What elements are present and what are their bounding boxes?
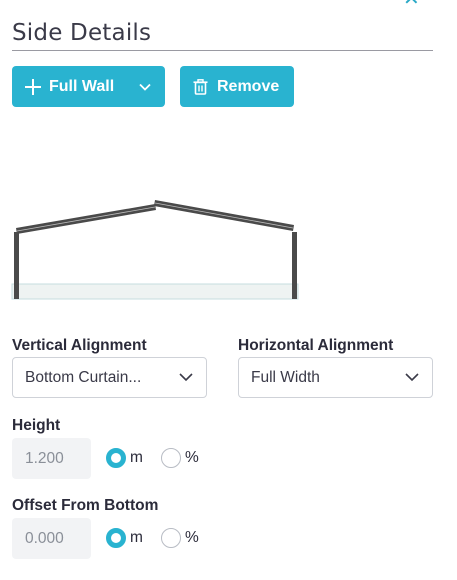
full-wall-label: Full Wall [49, 77, 115, 95]
height-unit-percent-radio[interactable] [161, 448, 181, 468]
vertical-alignment-label: Vertical Alignment [12, 337, 147, 354]
right-column [292, 232, 297, 299]
left-column [14, 232, 19, 299]
curtain-area [11, 283, 299, 300]
full-wall-button[interactable]: Full Wall [12, 66, 165, 107]
trash-icon [193, 78, 208, 95]
height-unit-m-label: m [130, 449, 143, 466]
offset-unit-m-radio[interactable] [106, 528, 126, 548]
close-icon[interactable]: ✕ [403, 0, 421, 9]
wall-side-diagram [11, 200, 299, 300]
horizontal-alignment-select[interactable]: Full Width [238, 357, 433, 398]
right-rafter [154, 200, 294, 231]
vertical-alignment-value: Bottom Curtain... [25, 368, 142, 386]
offset-unit-m-label: m [130, 529, 143, 546]
left-rafter [16, 204, 156, 234]
remove-label: Remove [217, 77, 280, 95]
offset-from-bottom-label: Offset From Bottom [12, 497, 159, 514]
height-unit-percent-label: % [185, 449, 199, 466]
chevron-down-icon [179, 373, 193, 382]
chevron-down-icon[interactable] [139, 81, 151, 93]
panel-title: Side Details [12, 20, 152, 46]
horizontal-alignment-label: Horizontal Alignment [238, 337, 394, 354]
offset-unit-percent-label: % [185, 529, 199, 546]
height-label: Height [12, 417, 61, 434]
vertical-alignment-select[interactable]: Bottom Curtain... [12, 357, 207, 398]
horizontal-alignment-value: Full Width [251, 368, 320, 386]
chevron-down-icon [405, 373, 419, 382]
height-input[interactable] [12, 438, 91, 479]
plus-icon [25, 78, 41, 95]
remove-button[interactable]: Remove [180, 66, 294, 107]
title-divider [12, 50, 433, 51]
height-unit-m-radio[interactable] [106, 448, 126, 468]
offset-unit-percent-radio[interactable] [161, 528, 181, 548]
offset-from-bottom-input[interactable] [12, 518, 91, 559]
